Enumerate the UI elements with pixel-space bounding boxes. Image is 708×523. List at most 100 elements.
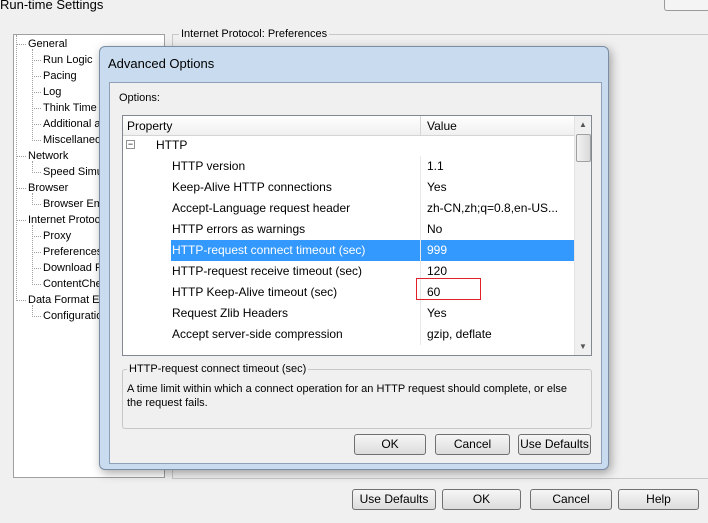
property-name: HTTP Keep-Alive timeout (sec) — [172, 285, 338, 299]
cell-separator — [420, 177, 421, 198]
description-text: A time limit within which a connect oper… — [127, 383, 568, 409]
property-name: Accept-Language request header — [172, 201, 351, 215]
tree-item[interactable]: Browser — [28, 181, 68, 195]
tree-item[interactable]: Additional a — [43, 117, 101, 131]
cancel-button[interactable]: Cancel — [530, 489, 612, 510]
grid-row[interactable]: HTTP Keep-Alive timeout (sec) 60 — [123, 282, 574, 303]
scroll-down-arrow-icon[interactable]: ▼ — [575, 338, 591, 355]
tree-item[interactable]: Speed Simu — [43, 165, 103, 179]
tree-connector — [32, 284, 41, 285]
grid-row[interactable]: HTTP errors as warnings No — [123, 219, 574, 240]
tree-connector — [16, 188, 26, 189]
tree-connector — [32, 161, 33, 173]
tree-item[interactable]: Data Format Ex — [28, 293, 105, 307]
group-label: HTTP — [156, 138, 188, 152]
tree-item[interactable]: General — [28, 37, 67, 51]
tree-item[interactable]: Pacing — [43, 69, 77, 83]
tree-item[interactable]: Internet Protoc — [28, 213, 100, 227]
window-title-bar: Run-time Settings — [0, 0, 708, 14]
dialog-ok-button[interactable]: OK — [354, 434, 426, 455]
grid-scrollbar[interactable]: ▲ ▼ — [574, 116, 591, 355]
property-name: HTTP version — [172, 159, 246, 173]
grid-row[interactable]: Accept server-side compression gzip, defl… — [123, 324, 574, 345]
tree-item[interactable]: Download F — [43, 261, 102, 275]
grid-row[interactable]: HTTP-request connect timeout (sec) 999 — [123, 240, 574, 261]
cell-separator — [420, 198, 421, 219]
property-value[interactable]: Yes — [427, 306, 447, 320]
advanced-options-dialog: Advanced Options Options: Property Value… — [99, 46, 609, 470]
property-name: HTTP errors as warnings — [172, 222, 306, 236]
annotation-highlight-box — [416, 278, 481, 300]
tree-connector — [32, 140, 41, 141]
tree-item[interactable]: Think Time — [43, 101, 97, 115]
tree-connector — [32, 225, 33, 285]
property-value[interactable]: zh-CN,zh;q=0.8,en-US... — [427, 201, 558, 215]
tree-connector — [16, 35, 17, 301]
help-button[interactable]: Help — [618, 489, 699, 510]
grid-row[interactable]: Accept-Language request header zh-CN,zh;q… — [123, 198, 574, 219]
grid-row[interactable]: Request Zlib Headers Yes — [123, 303, 574, 324]
property-value[interactable]: No — [427, 222, 442, 236]
tree-connector — [16, 300, 26, 301]
tree-connector — [16, 156, 26, 157]
scroll-thumb[interactable] — [576, 134, 591, 162]
column-separator[interactable] — [420, 116, 421, 135]
tree-connector — [32, 252, 41, 253]
grid-row[interactable]: HTTP-request receive timeout (sec) 120 — [123, 261, 574, 282]
grid-header: Property Value — [123, 116, 574, 136]
window-close-button[interactable] — [664, 0, 708, 11]
tree-connector — [32, 172, 41, 173]
column-header-property[interactable]: Property — [127, 119, 172, 133]
tree-connector — [32, 193, 33, 205]
grid-row[interactable]: HTTP version 1.1 — [123, 156, 574, 177]
tree-connector — [32, 92, 41, 93]
tree-connector — [16, 220, 26, 221]
tree-connector — [32, 108, 41, 109]
tree-item[interactable]: Log — [43, 85, 61, 99]
property-name: Request Zlib Headers — [172, 306, 289, 320]
tree-connector — [32, 124, 41, 125]
tree-item[interactable]: Configuratio — [43, 309, 102, 323]
ok-button[interactable]: OK — [442, 489, 521, 510]
window-title: Run-time Settings — [0, 0, 104, 12]
property-grid[interactable]: Property Value − HTTP HTTP version 1.1 Kee… — [122, 115, 592, 356]
property-value[interactable]: 120 — [427, 264, 447, 278]
property-value[interactable]: 999 — [427, 243, 447, 257]
cell-separator — [420, 219, 421, 240]
options-label: Options: — [119, 92, 160, 104]
tree-item[interactable]: Browser Em — [43, 197, 103, 211]
tree-connector — [32, 268, 41, 269]
property-name: Keep-Alive HTTP connections — [172, 180, 332, 194]
tree-connector — [32, 76, 41, 77]
grid-row-partial[interactable] — [123, 345, 574, 353]
cell-separator — [420, 156, 421, 177]
dialog-title: Advanced Options — [108, 56, 215, 71]
cell-separator — [420, 324, 421, 345]
tree-connector — [32, 236, 41, 237]
property-value[interactable]: gzip, deflate — [427, 327, 492, 341]
grid-row[interactable]: Keep-Alive HTTP connections Yes — [123, 177, 574, 198]
cell-separator — [420, 240, 421, 261]
tree-item[interactable]: Proxy — [43, 229, 71, 243]
tree-connector — [32, 204, 41, 205]
description-title: HTTP-request connect timeout (sec) — [127, 363, 309, 375]
cell-separator — [420, 303, 421, 324]
tree-item[interactable]: Miscellaneo — [43, 133, 101, 147]
tree-item[interactable]: Run Logic — [43, 53, 93, 67]
grid-group-http[interactable]: − HTTP — [123, 135, 574, 156]
dialog-cancel-button[interactable]: Cancel — [435, 434, 510, 455]
property-name: HTTP-request connect timeout (sec) — [171, 240, 421, 261]
scroll-up-arrow-icon[interactable]: ▲ — [575, 116, 591, 133]
tree-connector — [32, 60, 41, 61]
tree-item[interactable]: Preferences — [43, 245, 102, 259]
tree-connector — [16, 44, 26, 45]
dialog-use-defaults-button[interactable]: Use Defaults — [518, 434, 591, 455]
tree-item[interactable]: Network — [28, 149, 68, 163]
tree-item[interactable]: ContentChe — [43, 277, 102, 291]
use-defaults-button[interactable]: Use Defaults — [352, 489, 436, 510]
property-value[interactable]: 1.1 — [427, 159, 444, 173]
tree-connector — [32, 305, 33, 317]
property-value[interactable]: Yes — [427, 180, 447, 194]
collapse-icon[interactable]: − — [126, 140, 135, 149]
column-header-value[interactable]: Value — [427, 119, 457, 133]
